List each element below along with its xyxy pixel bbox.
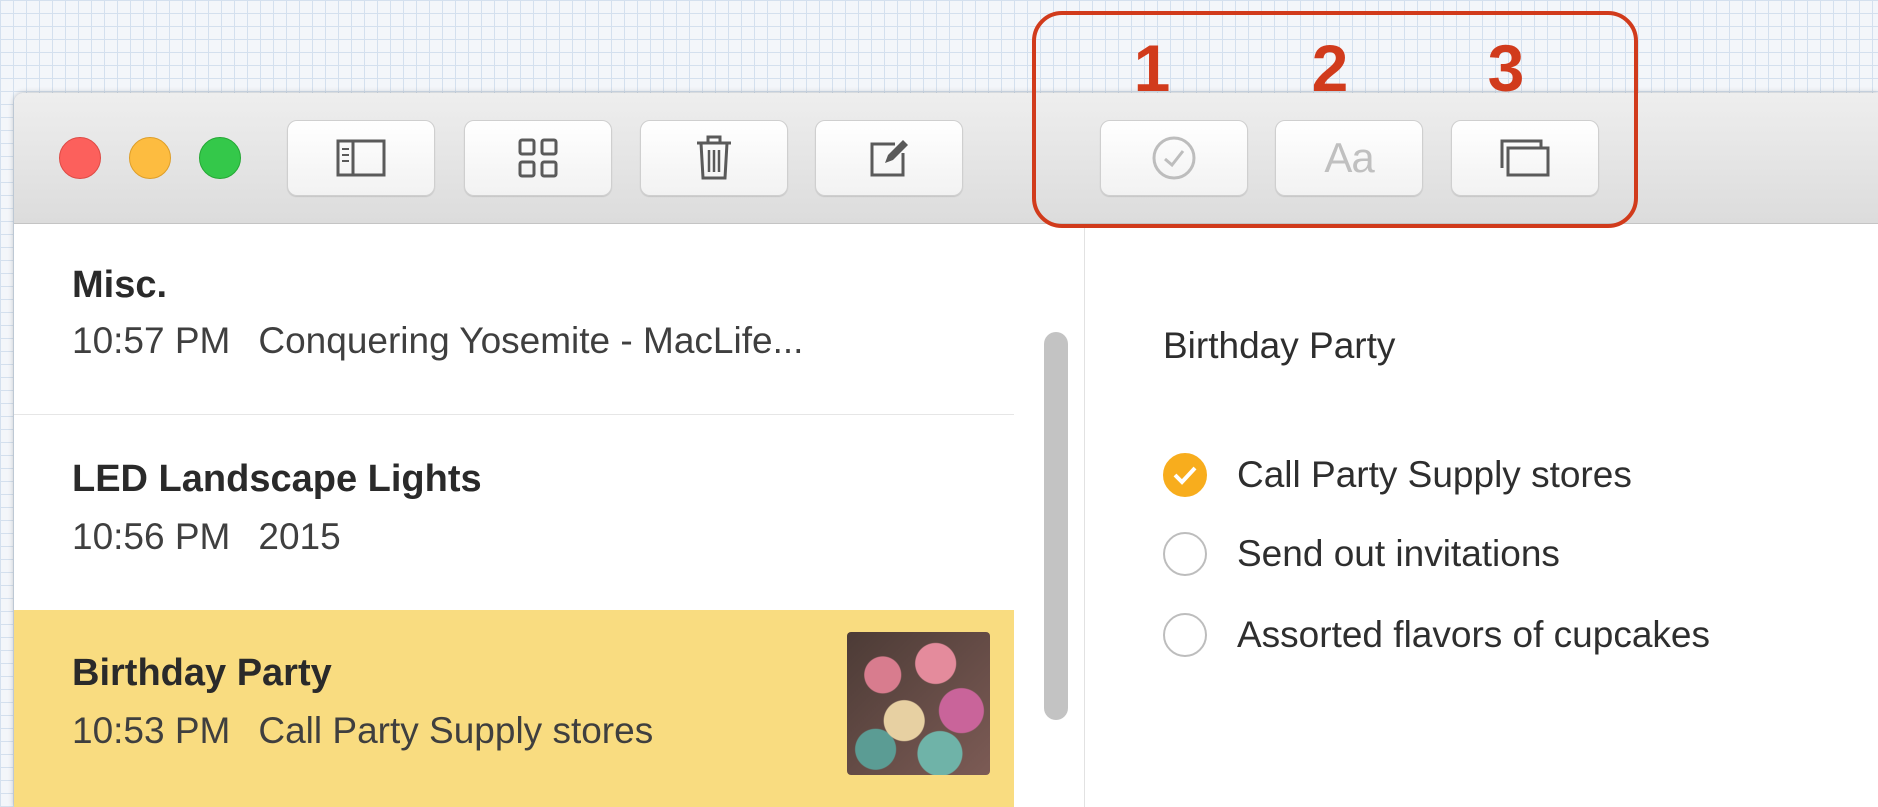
note-list-item[interactable]: Misc. 10:57 PM Conquering Yosemite - MacL… [14, 224, 1014, 415]
unchecked-circle-icon[interactable] [1163, 613, 1207, 657]
note-title: Misc. [72, 264, 168, 306]
attachments-browser-button[interactable] [464, 120, 612, 196]
note-title: LED Landscape Lights [72, 458, 482, 500]
checklist-item-text: Assorted flavors of cupcakes [1237, 614, 1710, 655]
trash-icon [694, 135, 734, 181]
checklist-item-text: Send out invitations [1237, 533, 1560, 574]
notes-list-scrollbar[interactable] [1014, 224, 1085, 807]
note-preview: Call Party Supply stores [258, 710, 654, 751]
grid-icon [517, 137, 559, 179]
sidebar-icon [336, 139, 386, 177]
checklist-item[interactable]: Call Party Supply stores [1163, 450, 1632, 500]
note-preview: 2015 [258, 516, 341, 557]
checklist-item[interactable]: Assorted flavors of cupcakes [1163, 610, 1710, 660]
notes-list: Misc. 10:57 PM Conquering Yosemite - MacL… [14, 224, 1014, 807]
note-editor[interactable]: Birthday Party Call Party Supply stores … [1085, 224, 1878, 807]
checklist-item-text: Call Party Supply stores [1237, 454, 1632, 495]
close-window-button[interactable] [59, 137, 101, 179]
note-list-item[interactable]: LED Landscape Lights 10:56 PM 2015 [14, 414, 1014, 611]
note-heading: Birthday Party [1163, 325, 1396, 366]
note-meta: 10:57 PM Conquering Yosemite - MacLife... [72, 320, 803, 362]
new-note-button[interactable] [815, 120, 963, 196]
cupcakes-thumbnail-image [847, 632, 990, 775]
minimize-window-button[interactable] [129, 137, 171, 179]
note-list-item-selected[interactable]: Birthday Party 10:53 PM Call Party Supply… [14, 610, 1014, 807]
note-meta: 10:53 PM Call Party Supply stores [72, 710, 653, 752]
note-time: 10:56 PM [72, 516, 231, 557]
note-time: 10:57 PM [72, 320, 231, 361]
note-meta: 10:56 PM 2015 [72, 516, 341, 558]
annotation-number-3: 3 [1487, 31, 1525, 105]
checklist-item[interactable]: Send out invitations [1163, 529, 1560, 579]
note-time: 10:53 PM [72, 710, 231, 751]
annotation-number-1: 1 [1133, 31, 1171, 105]
compose-icon [867, 136, 911, 180]
note-title: Birthday Party [72, 652, 332, 694]
sidebar-toggle-button[interactable] [287, 120, 435, 196]
annotation-number-2: 2 [1311, 31, 1349, 105]
note-preview: Conquering Yosemite - MacLife... [258, 320, 804, 361]
zoom-window-button[interactable] [199, 137, 241, 179]
unchecked-circle-icon[interactable] [1163, 532, 1207, 576]
scrollbar-thumb[interactable] [1044, 332, 1068, 720]
checked-circle-icon[interactable] [1163, 453, 1207, 497]
delete-note-button[interactable] [640, 120, 788, 196]
